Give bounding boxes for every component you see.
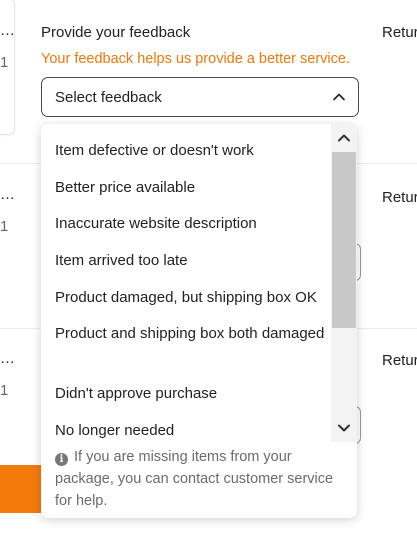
option-no-longer-needed[interactable]: No longer needed [55,420,325,442]
feedback-dropdown: Item defective or doesn't work Better pr… [41,124,357,518]
option-product-damaged-box-ok[interactable]: Product damaged, but shipping box OK [55,287,325,309]
missing-items-info: i If you are missing items from your pac… [55,446,345,512]
return-label: Retur [382,352,417,369]
order-item-quantity: 1 [0,218,9,235]
feedback-subtitle: Your feedback helps us provide a better … [41,51,350,67]
option-didnt-approve-purchase[interactable]: Didn't approve purchase [55,383,325,405]
missing-items-info-text: If you are missing items from your packa… [55,449,334,509]
feedback-options-list: Item defective or doesn't work Better pr… [41,124,331,442]
feedback-select[interactable]: Select feedback [41,77,359,117]
option-product-and-box-damaged[interactable]: Product and shipping box both damaged [55,323,325,345]
return-label: Retur [382,24,417,41]
order-item-quantity: 1 [0,382,9,399]
scrollbar-thumb[interactable] [332,152,356,328]
order-item-quantity: 1 [0,54,9,71]
return-label: Retur [382,189,417,206]
info-icon: i [55,453,68,466]
order-item-ellipsis: … [0,22,15,39]
option-inaccurate-description[interactable]: Inaccurate website description [55,213,325,235]
feedback-title: Provide your feedback [41,24,191,41]
option-item-defective[interactable]: Item defective or doesn't work [55,140,325,162]
order-item-ellipsis: … [0,186,15,203]
scroll-up-icon[interactable] [336,130,352,146]
order-item-ellipsis: … [0,350,15,367]
chevron-up-icon [333,93,345,101]
dropdown-scrollbar[interactable] [331,124,357,442]
option-arrived-too-late[interactable]: Item arrived too late [55,250,325,272]
option-better-price[interactable]: Better price available [55,177,325,199]
feedback-select-value: Select feedback [55,88,162,106]
scroll-down-icon[interactable] [336,420,352,436]
